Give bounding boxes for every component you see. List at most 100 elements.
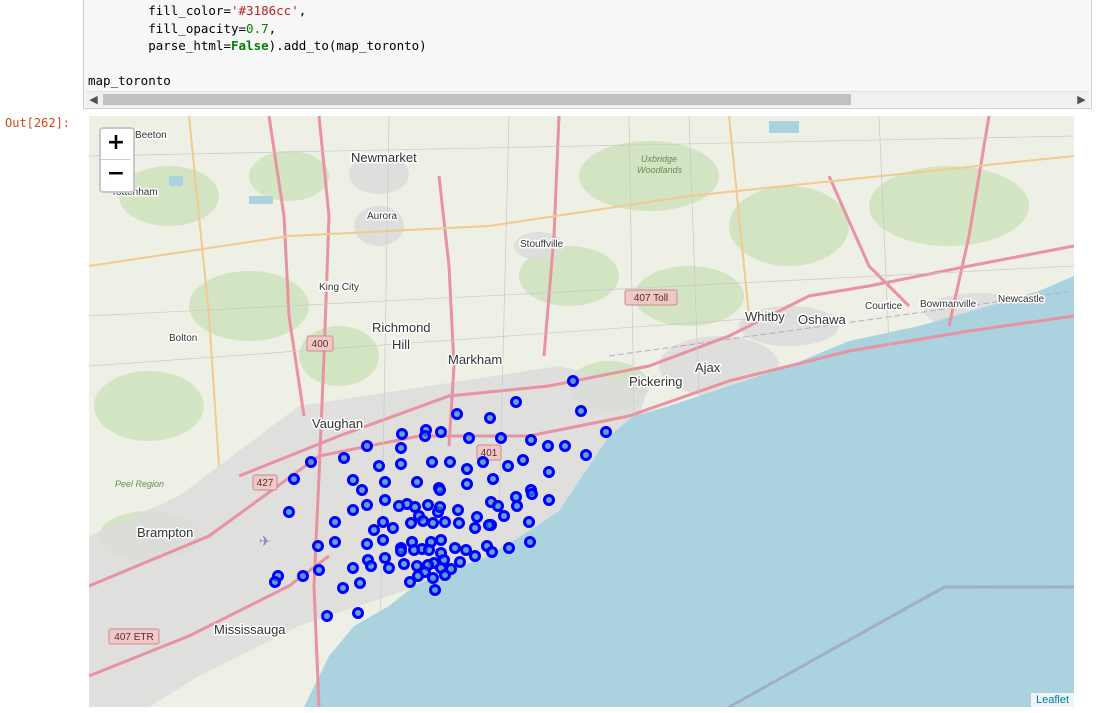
neighborhood-marker[interactable]: [321, 610, 333, 622]
neighborhood-marker[interactable]: [524, 536, 536, 548]
neighborhood-marker[interactable]: [417, 515, 429, 527]
neighborhood-marker[interactable]: [329, 536, 341, 548]
neighborhood-marker[interactable]: [492, 500, 504, 512]
neighborhood-marker[interactable]: [444, 456, 456, 468]
neighborhood-marker[interactable]: [347, 562, 359, 574]
zoom-out-button[interactable]: −: [101, 160, 131, 190]
neighborhood-marker[interactable]: [283, 506, 295, 518]
neighborhood-marker[interactable]: [419, 430, 431, 442]
neighborhood-marker[interactable]: [377, 534, 389, 546]
neighborhood-marker[interactable]: [338, 452, 350, 464]
neighborhood-marker[interactable]: [498, 510, 510, 522]
neighborhood-marker[interactable]: [461, 478, 473, 490]
neighborhood-marker[interactable]: [404, 576, 416, 588]
neighborhood-marker[interactable]: [356, 484, 368, 496]
neighborhood-marker[interactable]: [411, 560, 423, 572]
neighborhood-marker[interactable]: [379, 494, 391, 506]
neighborhood-marker[interactable]: [352, 607, 364, 619]
neighborhood-marker[interactable]: [387, 522, 399, 534]
neighborhood-marker[interactable]: [434, 501, 446, 513]
neighborhood-marker[interactable]: [409, 501, 421, 513]
neighborhood-marker[interactable]: [575, 405, 587, 417]
neighborhood-marker[interactable]: [511, 500, 523, 512]
neighborhood-marker[interactable]: [434, 484, 446, 496]
neighborhood-marker[interactable]: [429, 584, 441, 596]
neighborhood-marker[interactable]: [580, 449, 592, 461]
neighborhood-marker[interactable]: [312, 540, 324, 552]
neighborhood-marker[interactable]: [313, 564, 325, 576]
neighborhood-marker[interactable]: [517, 454, 529, 466]
neighborhood-marker[interactable]: [495, 432, 507, 444]
neighborhood-marker[interactable]: [423, 544, 435, 556]
neighborhood-marker[interactable]: [361, 499, 373, 511]
neighborhood-marker[interactable]: [408, 544, 420, 556]
neighborhood-marker[interactable]: [288, 473, 300, 485]
neighborhood-marker[interactable]: [427, 572, 439, 584]
map-container[interactable]: ✈ Beeton Newmarket Tottenham Aurora Stouffvi…: [89, 116, 1074, 707]
neighborhood-marker[interactable]: [405, 517, 417, 529]
neighborhood-marker[interactable]: [502, 460, 514, 472]
neighborhood-marker[interactable]: [510, 396, 522, 408]
neighborhood-marker[interactable]: [469, 550, 481, 562]
scroll-left-icon[interactable]: ◀: [86, 92, 101, 107]
neighborhood-marker[interactable]: [523, 516, 535, 528]
neighborhood-marker[interactable]: [411, 476, 423, 488]
neighborhood-marker[interactable]: [398, 558, 410, 570]
neighborhood-marker[interactable]: [600, 426, 612, 438]
neighborhood-marker[interactable]: [361, 440, 373, 452]
neighborhood-marker[interactable]: [435, 426, 447, 438]
neighborhood-marker[interactable]: [453, 517, 465, 529]
neighborhood-marker[interactable]: [365, 560, 377, 572]
neighborhood-marker[interactable]: [452, 504, 464, 516]
neighborhood-marker[interactable]: [525, 434, 537, 446]
neighborhood-marker[interactable]: [383, 562, 395, 574]
neighborhood-marker[interactable]: [354, 577, 366, 589]
scroll-right-icon[interactable]: ▶: [1074, 92, 1089, 107]
neighborhood-marker[interactable]: [368, 524, 380, 536]
neighborhood-marker[interactable]: [526, 488, 538, 500]
horizontal-scrollbar[interactable]: ◀ ▶: [86, 91, 1089, 107]
neighborhood-marker[interactable]: [347, 474, 359, 486]
neighborhood-marker[interactable]: [337, 582, 349, 594]
neighborhood-marker[interactable]: [329, 516, 341, 528]
neighborhood-marker[interactable]: [486, 546, 498, 558]
scrollbar-thumb[interactable]: [103, 94, 851, 105]
neighborhood-marker[interactable]: [471, 511, 483, 523]
neighborhood-marker[interactable]: [460, 544, 472, 556]
neighborhood-marker[interactable]: [463, 432, 475, 444]
neighborhood-marker[interactable]: [469, 522, 481, 534]
neighborhood-marker[interactable]: [445, 563, 457, 575]
neighborhood-marker[interactable]: [377, 516, 389, 528]
neighborhood-marker[interactable]: [449, 542, 461, 554]
neighborhood-marker[interactable]: [543, 494, 555, 506]
neighborhood-marker[interactable]: [305, 456, 317, 468]
leaflet-link[interactable]: Leaflet: [1036, 694, 1069, 706]
neighborhood-marker[interactable]: [379, 476, 391, 488]
neighborhood-marker[interactable]: [483, 519, 495, 531]
neighborhood-marker[interactable]: [379, 552, 391, 564]
neighborhood-marker[interactable]: [461, 463, 473, 475]
neighborhood-marker[interactable]: [396, 428, 408, 440]
neighborhood-marker[interactable]: [347, 504, 359, 516]
code-editor[interactable]: fill_color='#3186cc', fill_opacity=0.7, …: [88, 0, 1087, 94]
code-cell[interactable]: fill_color='#3186cc', fill_opacity=0.7, …: [83, 0, 1092, 109]
neighborhood-marker[interactable]: [395, 545, 407, 557]
neighborhood-marker[interactable]: [439, 516, 451, 528]
neighborhood-marker[interactable]: [543, 466, 555, 478]
neighborhood-marker[interactable]: [297, 570, 309, 582]
neighborhood-marker[interactable]: [503, 542, 515, 554]
neighborhood-marker[interactable]: [435, 534, 447, 546]
neighborhood-marker[interactable]: [567, 375, 579, 387]
neighborhood-marker[interactable]: [373, 460, 385, 472]
neighborhood-marker[interactable]: [454, 556, 466, 568]
neighborhood-marker[interactable]: [395, 442, 407, 454]
neighborhood-marker[interactable]: [427, 517, 439, 529]
neighborhood-marker[interactable]: [451, 408, 463, 420]
neighborhood-marker[interactable]: [269, 576, 281, 588]
neighborhood-marker[interactable]: [422, 499, 434, 511]
map-tiles[interactable]: ✈ BeetonNewmarketTottenhamAuroraStouffvi…: [89, 116, 1074, 707]
neighborhood-marker[interactable]: [395, 458, 407, 470]
neighborhood-marker[interactable]: [477, 456, 489, 468]
zoom-in-button[interactable]: +: [101, 129, 131, 160]
neighborhood-marker[interactable]: [487, 473, 499, 485]
